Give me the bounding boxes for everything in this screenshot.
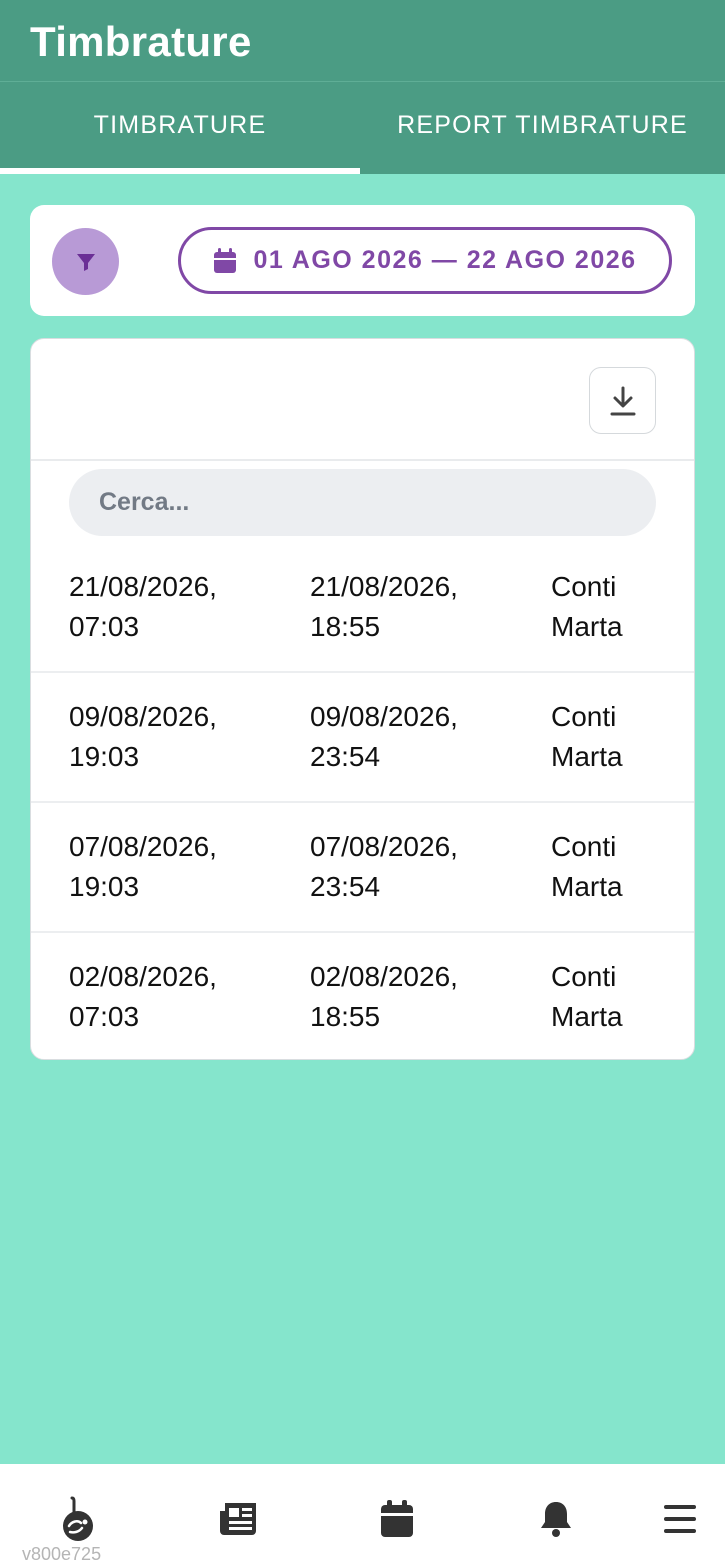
end-time: 23:54 [310,741,381,772]
bottom-navigation [0,1464,725,1567]
employee-name: Conti Marta [551,567,661,647]
employee-name: Conti Marta [551,697,661,777]
search-field[interactable] [69,469,656,536]
tab-bar: TIMBRATURE REPORT TIMBRATURE [0,82,725,174]
date-range-picker[interactable]: 01 AGO 2026 — 22 AGO 2026 [178,227,672,294]
start-datetime: 07/08/2026, 19:03 [69,827,289,907]
nav-home[interactable] [53,1494,103,1544]
end-time: 18:55 [310,611,381,642]
employee-name: Conti Marta [551,957,661,1037]
date-range-text: 01 AGO 2026 — 22 AGO 2026 [253,246,637,274]
page-title: Timbrature [30,18,252,65]
end-date: 21/08/2026, [310,571,458,602]
start-datetime: 09/08/2026, 19:03 [69,697,289,777]
nav-menu[interactable] [655,1494,705,1544]
nav-calendar[interactable] [372,1494,422,1544]
employee-first-name: Marta [551,1001,623,1032]
table-row[interactable]: 02/08/2026, 07:03 02/08/2026, 18:55 Cont… [31,933,694,1059]
end-time: 23:54 [310,871,381,902]
nav-news[interactable] [213,1494,263,1544]
employee-surname: Conti [551,831,617,862]
employee-first-name: Marta [551,741,623,772]
list-toolbar [31,339,694,461]
calendar-icon [213,247,237,274]
start-time: 07:03 [69,1001,140,1032]
table-row[interactable]: 09/08/2026, 19:03 09/08/2026, 23:54 Cont… [31,673,694,803]
menu-icon [664,1505,696,1533]
end-datetime: 07/08/2026, 23:54 [310,827,530,907]
table-row[interactable]: 21/08/2026, 07:03 21/08/2026, 18:55 Cont… [31,543,694,673]
active-tab-indicator [0,168,360,174]
start-time: 19:03 [69,741,140,772]
news-icon [220,1503,256,1535]
calendar-icon [381,1500,413,1537]
start-date: 07/08/2026, [69,831,217,862]
employee-surname: Conti [551,571,617,602]
filter-button[interactable] [52,228,119,295]
employee-surname: Conti [551,701,617,732]
employee-surname: Conti [551,961,617,992]
end-time: 18:55 [310,1001,381,1032]
home-hand-icon [63,1496,93,1541]
download-button[interactable] [589,367,656,434]
start-date: 21/08/2026, [69,571,217,602]
employee-name: Conti Marta [551,827,661,907]
bell-icon [541,1502,571,1537]
end-date: 09/08/2026, [310,701,458,732]
tab-report-timbrature[interactable]: REPORT TIMBRATURE [360,82,725,174]
timbrature-list-card: 21/08/2026, 07:03 21/08/2026, 18:55 Cont… [30,338,695,1060]
start-date: 02/08/2026, [69,961,217,992]
employee-first-name: Marta [551,871,623,902]
tab-label: TIMBRATURE [93,110,267,139]
end-date: 02/08/2026, [310,961,458,992]
version-label: v800e725 [22,1544,102,1564]
end-datetime: 21/08/2026, 18:55 [310,567,530,647]
start-date: 09/08/2026, [69,701,217,732]
timbrature-rows: 21/08/2026, 07:03 21/08/2026, 18:55 Cont… [31,543,694,1059]
start-time: 19:03 [69,871,140,902]
tab-timbrature[interactable]: TIMBRATURE [0,82,360,174]
filter-card: 01 AGO 2026 — 22 AGO 2026 [30,205,695,316]
download-icon [610,386,635,415]
app-header: Timbrature [0,0,725,82]
tab-label: REPORT TIMBRATURE [397,110,688,139]
filter-icon [76,253,95,271]
start-time: 07:03 [69,611,140,642]
start-datetime: 21/08/2026, 07:03 [69,567,289,647]
nav-notifications[interactable] [531,1494,581,1544]
end-datetime: 02/08/2026, 18:55 [310,957,530,1037]
table-row[interactable]: 07/08/2026, 19:03 07/08/2026, 23:54 Cont… [31,803,694,933]
end-datetime: 09/08/2026, 23:54 [310,697,530,777]
employee-first-name: Marta [551,611,623,642]
end-date: 07/08/2026, [310,831,458,862]
start-datetime: 02/08/2026, 07:03 [69,957,289,1037]
search-input[interactable] [99,488,656,517]
